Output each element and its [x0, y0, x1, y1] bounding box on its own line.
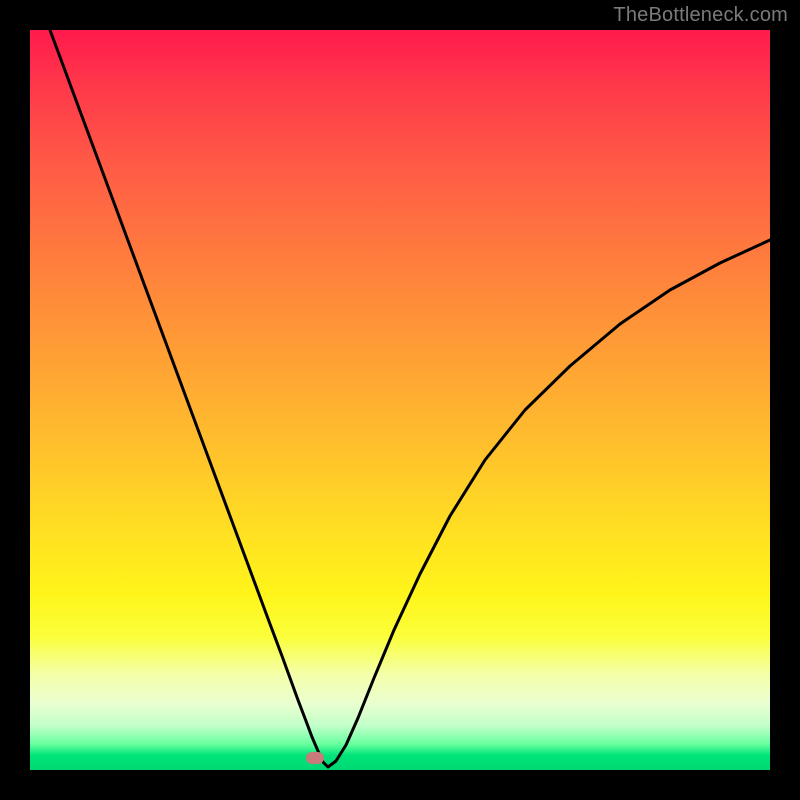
chart-frame: TheBottleneck.com [0, 0, 800, 800]
optimal-point-marker [306, 752, 324, 764]
bottleneck-curve [30, 30, 770, 770]
watermark-text: TheBottleneck.com [613, 4, 788, 27]
chart-plot-area [30, 30, 770, 770]
